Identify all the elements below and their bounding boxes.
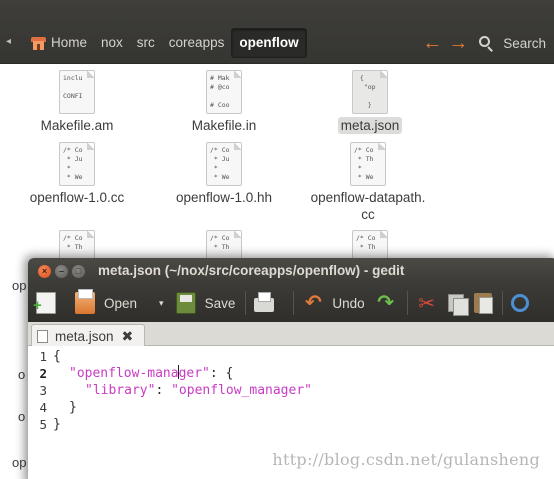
code-line-2: "openflow-manager": { [69, 365, 234, 381]
tab-label: meta.json [55, 328, 114, 344]
file-name: openflow-1.0.hh [175, 190, 273, 205]
text-file-icon: /* Co * Ju * * We [59, 142, 95, 186]
line-number: 1 [39, 349, 47, 364]
file-name: openflow-datapath. cc [310, 190, 426, 222]
code-line-3: "library": "openflow_manager" [85, 383, 312, 398]
breadcrumb-openflow[interactable]: openflow [231, 28, 307, 58]
search-icon [479, 35, 494, 52]
redo-arrow-icon: ↷ [377, 292, 394, 314]
maximize-window-icon[interactable]: □ [72, 265, 85, 278]
code-line-1: { [53, 349, 61, 364]
paste-button[interactable] [473, 288, 493, 318]
breadcrumb-home[interactable]: Home [24, 28, 94, 58]
cut-button[interactable]: ✂ [416, 288, 438, 318]
save-icon [175, 292, 196, 314]
line-number-current: 2 [39, 366, 47, 381]
breadcrumb-src[interactable]: src [130, 28, 162, 58]
minimize-window-icon[interactable]: – [55, 265, 68, 278]
watermark: http://blog.csdn.net/gulansheng [272, 450, 540, 469]
open-button[interactable]: Open [75, 288, 137, 318]
file-name: Makefile.am [40, 118, 114, 133]
file-name: openflow-1.0.cc [29, 190, 125, 205]
text-file-icon: # Mak # @co # Coo [206, 70, 242, 114]
paste-icon [473, 293, 493, 314]
breadcrumb-nox[interactable]: nox [94, 28, 130, 58]
code-line-4: } [69, 400, 77, 415]
file-item-makefile-in[interactable]: # Mak # @co # Coo Makefile.in [154, 70, 294, 135]
printer-icon [254, 292, 275, 312]
file-name: meta.json [337, 117, 403, 134]
file-name-fragment: op [12, 278, 27, 293]
find-icon [510, 294, 529, 312]
file-manager-toolbar: ◂ Home nox src coreapps openflow ← → Sea… [0, 0, 554, 64]
file-manager-nav: ← → Search [419, 30, 546, 56]
new-document-button[interactable] [33, 288, 65, 318]
back-arrow-icon[interactable]: ← [419, 30, 445, 56]
text-file-icon: { "op } [352, 70, 388, 114]
toolbar-separator [501, 291, 503, 315]
document-tab-bar: meta.json ✖ [28, 322, 554, 347]
search-label: Search [503, 35, 546, 51]
gedit-toolbar: Open ▾ Save ↶ Undo ↷ ✂ [28, 284, 554, 322]
file-name-fragment: o [18, 367, 26, 382]
open-folder-icon [75, 289, 95, 314]
new-document-icon [33, 292, 56, 314]
toolbar-separator [293, 291, 295, 315]
line-number: 4 [39, 400, 47, 415]
forward-arrow-icon[interactable]: → [445, 30, 471, 56]
print-button[interactable] [254, 288, 283, 318]
scissors-icon: ✂ [418, 292, 435, 315]
save-button[interactable]: Save [175, 288, 236, 318]
file-name-fragment: o [18, 409, 26, 424]
gedit-titlebar[interactable]: × – □ meta.json (~/nox/src/coreapps/open… [28, 258, 554, 284]
find-button[interactable] [510, 288, 529, 318]
file-item-openflow-datapath-cc[interactable]: /* Co * Th * * We openflow-datapath. cc [298, 142, 438, 224]
gedit-window: × – □ meta.json (~/nox/src/coreapps/open… [28, 258, 554, 479]
document-icon [37, 329, 48, 343]
search-button[interactable]: Search [479, 35, 546, 52]
undo-label: Undo [332, 295, 365, 311]
file-name: Makefile.in [191, 118, 257, 133]
copy-icon [447, 294, 469, 316]
breadcrumb-scroll-left-icon[interactable]: ◂ [6, 36, 11, 47]
file-item-openflow-1-0-cc[interactable]: /* Co * Ju * * We openflow-1.0.cc [7, 142, 147, 207]
close-tab-icon[interactable]: ✖ [122, 328, 134, 345]
breadcrumb-home-label: Home [51, 35, 88, 50]
text-file-icon: /* Co * Th * * We [350, 142, 386, 186]
tab-meta-json[interactable]: meta.json ✖ [31, 324, 145, 347]
json-key: "library" [85, 383, 156, 398]
file-item-makefile-am[interactable]: inclu CONFI Makefile.am [7, 70, 147, 135]
breadcrumb-coreapps[interactable]: coreapps [162, 28, 232, 58]
file-name-fragment: op [12, 455, 27, 470]
window-title: meta.json (~/nox/src/coreapps/openflow) … [98, 263, 405, 278]
save-label: Save [204, 295, 236, 311]
redo-button[interactable]: ↷ [375, 288, 397, 318]
file-item-openflow-1-0-hh[interactable]: /* Co * Ju * * We openflow-1.0.hh [154, 142, 294, 207]
home-icon [31, 36, 46, 50]
code-line-5: } [53, 417, 61, 432]
line-number-gutter: 1 2 3 4 5 [28, 346, 50, 479]
open-label: Open [104, 295, 138, 311]
open-dropdown-icon[interactable]: ▾ [159, 298, 164, 309]
toolbar-separator [245, 291, 247, 315]
line-number: 5 [39, 417, 47, 432]
text-file-icon: /* Co * Ju * * We [206, 142, 242, 186]
line-number: 3 [39, 383, 47, 398]
breadcrumb: Home nox src coreapps openflow [24, 28, 307, 58]
copy-button[interactable] [447, 288, 469, 318]
text-file-icon: inclu CONFI [59, 70, 95, 114]
undo-arrow-icon: ↶ [304, 292, 322, 314]
close-window-icon[interactable]: × [38, 265, 51, 278]
json-key: ger" [178, 366, 210, 381]
toolbar-separator [406, 291, 408, 315]
file-item-meta-json[interactable]: { "op } meta.json [300, 70, 440, 135]
json-value: "openflow_manager" [171, 383, 312, 398]
undo-button[interactable]: ↶ Undo [302, 288, 365, 318]
json-key: "openflow-mana [69, 366, 179, 381]
